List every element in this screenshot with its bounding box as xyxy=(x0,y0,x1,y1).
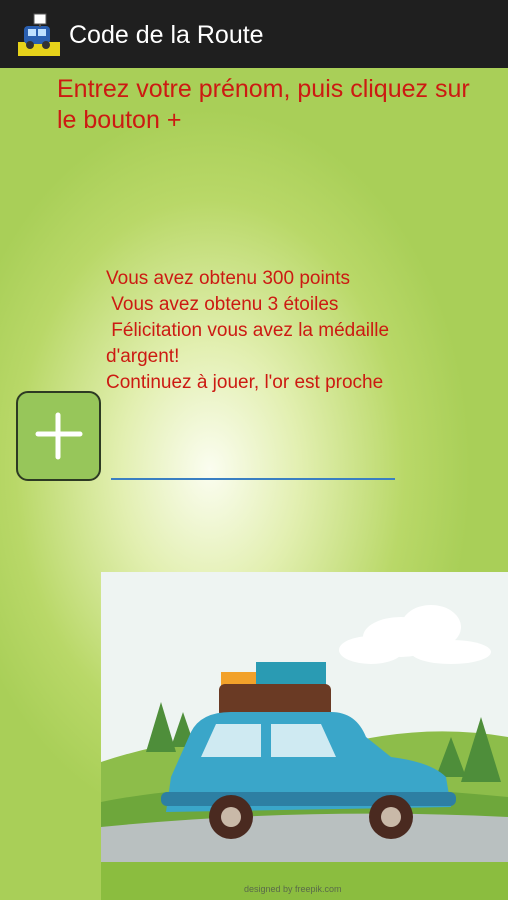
car-trip-illustration xyxy=(101,572,508,900)
first-name-input[interactable] xyxy=(111,452,395,480)
result-line-points: Vous avez obtenu 300 points xyxy=(106,268,351,289)
result-message: Vous avez obtenu 300 points Vous avez ob… xyxy=(106,266,466,396)
illustration-credit: designed by freepik.com xyxy=(244,884,342,894)
result-line-encouragement: Continuez à jouer, l'or est proche xyxy=(106,372,384,393)
app-logo-icon xyxy=(18,13,60,56)
add-button[interactable] xyxy=(16,391,101,481)
instruction-text: Entrez votre prénom, puis cliquez sur le… xyxy=(57,75,470,134)
result-line-stars: Vous avez obtenu 3 étoiles xyxy=(106,294,339,315)
result-line-medal-type: d'argent! xyxy=(106,346,180,367)
app-bar: Code de la Route xyxy=(0,0,508,68)
plus-icon xyxy=(35,412,83,460)
app-title: Code de la Route xyxy=(69,21,264,49)
result-line-medal: Félicitation vous avez la médaille xyxy=(106,320,390,341)
